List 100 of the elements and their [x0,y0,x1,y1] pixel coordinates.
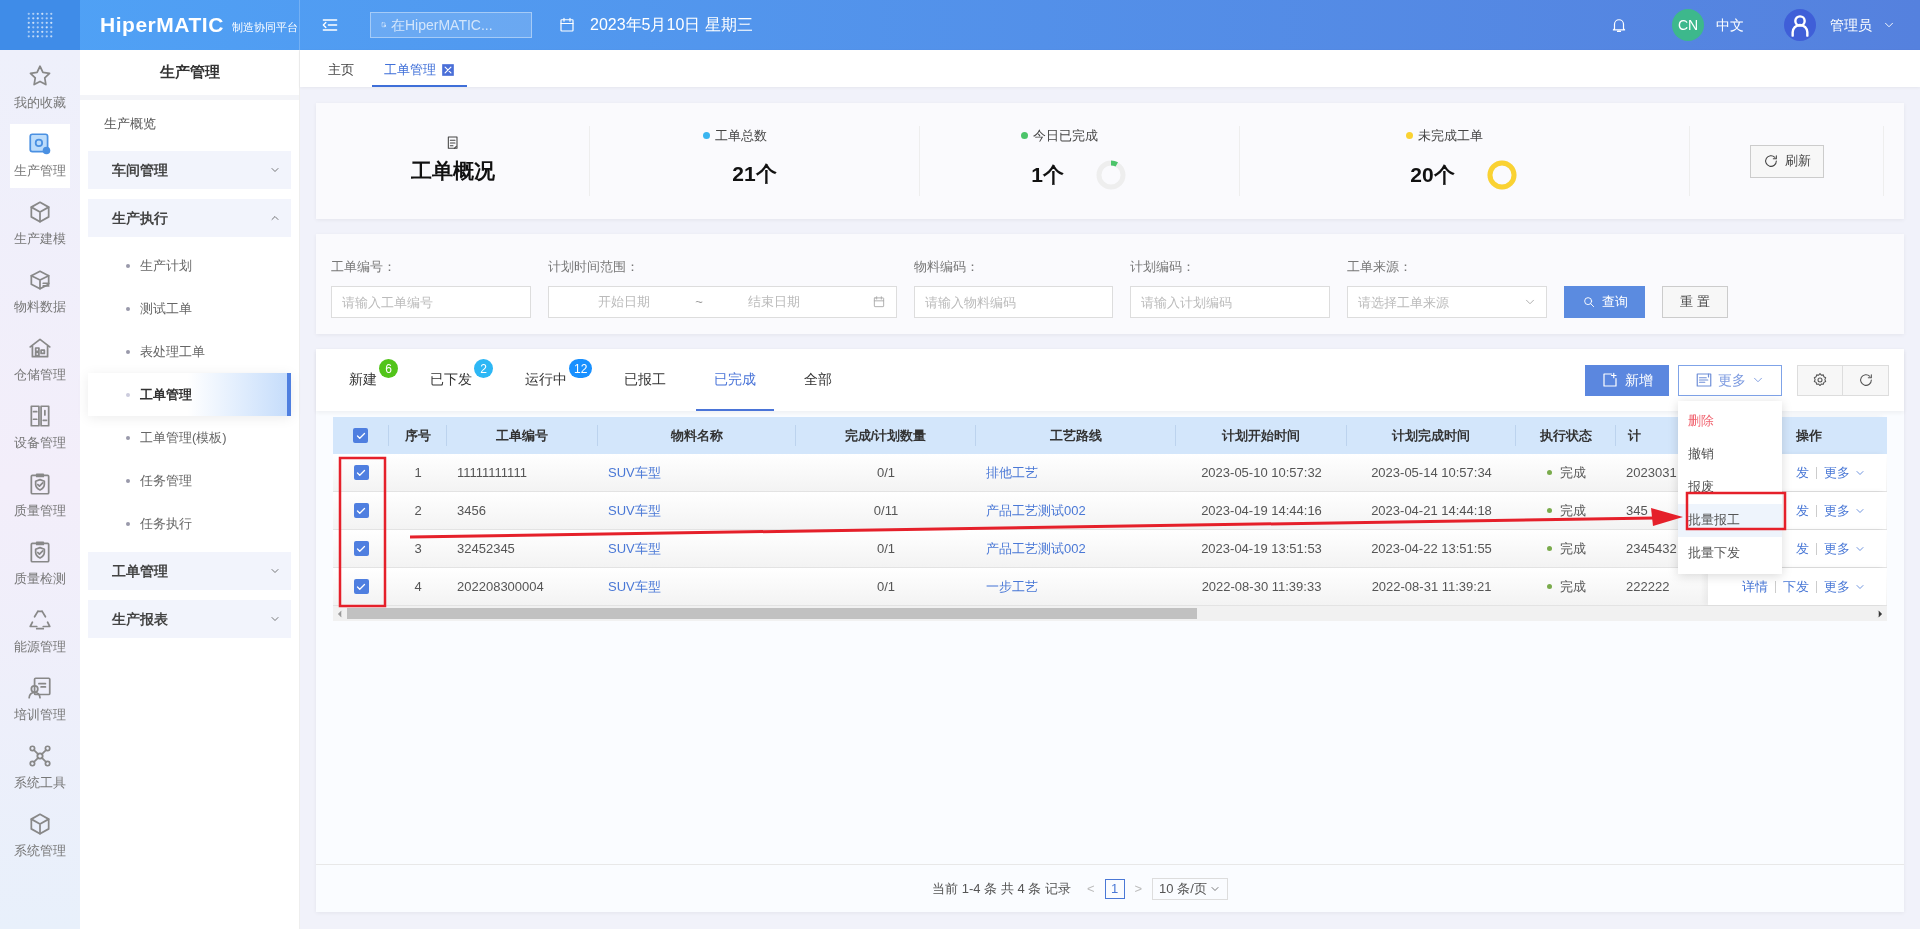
checkbox[interactable] [353,541,369,556]
route-link[interactable]: 产品工艺测试002 [986,500,1086,521]
action-link[interactable]: 详情 [1742,576,1768,597]
start-date-input[interactable]: 开始日期 [559,292,689,312]
route-link[interactable]: 一步工艺 [986,576,1038,597]
status-text: 完成 [1559,463,1586,482]
column-header: 物料名称 [670,426,723,445]
submenu-item[interactable]: 任务管理 [88,459,291,502]
action-link[interactable]: 发 [1796,462,1809,483]
status-tab[interactable]: 已报工 [606,349,685,411]
rail-item[interactable]: 我的收藏 [10,56,70,120]
reset-button[interactable]: 重 置 [1662,286,1728,318]
status-tab[interactable]: 已完成 [696,349,775,411]
menu-item[interactable]: 批量下发 [1678,536,1782,570]
page-tab[interactable]: 主页 [316,54,366,87]
rail-item[interactable]: 质量管理 [10,464,70,528]
settings-button[interactable] [1797,364,1843,396]
action-link[interactable]: 发 [1796,538,1809,559]
select-field[interactable]: 请选择工单来源 [1347,286,1547,318]
route-link[interactable]: 排他工艺 [986,462,1038,483]
dot-grid-icon [25,10,55,40]
menu-group[interactable]: 生产报表 [88,600,291,638]
column-header: 计划完成时间 [1392,426,1470,445]
checkbox[interactable] [353,465,369,480]
material-link[interactable]: SUV车型 [608,500,661,521]
rail-item[interactable]: 设备管理 [10,396,70,460]
input-field[interactable]: 请输入物料编码 [914,286,1113,318]
input-field[interactable]: 请输入计划编码 [1130,286,1330,318]
language-badge[interactable]: CN [1672,9,1704,41]
rail-item[interactable]: 物料数据 [10,260,70,324]
rail-item[interactable]: 能源管理 [10,600,70,664]
search-button[interactable]: 查询 [1564,286,1645,318]
menu-item[interactable]: 撤销 [1678,437,1782,471]
refresh-icon [1857,372,1874,388]
route-link[interactable]: 产品工艺测试002 [986,538,1086,559]
scrollbar-thumb[interactable] [347,608,1197,619]
material-link[interactable]: SUV车型 [608,576,661,597]
menu-item[interactable]: 批量报工 [1678,503,1782,537]
bell-icon[interactable] [1610,16,1628,34]
field-label: 计划时间范围： [548,257,640,276]
rail-item[interactable]: 生产建模 [10,192,70,256]
input-field[interactable]: 请输入工单编号 [331,286,531,318]
checkbox[interactable] [353,428,368,443]
action-link[interactable]: 下发 [1783,576,1809,597]
menu-group[interactable]: 工单管理 [88,552,291,590]
column-header: 操作 [1796,426,1822,445]
add-button[interactable]: 新增 [1585,364,1669,396]
language-label[interactable]: 中文 [1716,14,1744,36]
refresh-button[interactable]: 刷新 [1749,144,1824,178]
material-link[interactable]: SUV车型 [608,462,661,483]
date-range-field[interactable]: 开始日期 ~ 结束日期 [548,286,897,318]
page-size-select[interactable]: 10 条/页 [1152,877,1228,900]
rail-item[interactable]: 系统管理 [10,804,70,868]
submenu-item[interactable]: 生产计划 [88,244,291,287]
submenu-item[interactable]: 任务执行 [88,502,291,545]
action-link[interactable]: 更多 [1824,500,1866,521]
more-button[interactable]: 更多 [1678,364,1782,396]
reload-button[interactable] [1843,364,1889,396]
material-link[interactable]: SUV车型 [608,538,661,559]
status-tab[interactable]: 新建 [331,349,379,411]
menu-item[interactable]: 删除 [1678,404,1782,438]
submenu-item[interactable]: 表处理工单 [88,330,291,373]
column-header: 序号 [404,426,431,445]
overview-title: 工单概况 [410,158,495,185]
end-date-input[interactable]: 结束日期 [709,292,839,312]
menu-item[interactable]: 报废 [1678,470,1782,504]
rail-item[interactable]: 系统工具 [10,736,70,800]
menu-item[interactable]: 生产概览 [88,102,291,146]
action-link[interactable]: 更多 [1824,462,1866,483]
user-avatar-icon[interactable] [1784,9,1816,41]
page-tab[interactable]: 工单管理 [372,54,467,87]
table-cell-text: 2345432 [1626,539,1677,558]
status-tab[interactable]: 已下发 [412,349,474,411]
status-tab[interactable]: 全部 [786,349,851,411]
date-label: 2023年5月10日 星期三 [590,15,753,35]
submenu-item[interactable]: 工单管理(模板) [88,416,291,459]
horizontal-scrollbar[interactable] [333,606,1887,621]
status-text: 完成 [1559,577,1586,596]
checkbox[interactable] [353,579,369,594]
submenu-item[interactable]: 工单管理 [88,373,291,416]
rail-item[interactable]: 仓储管理 [10,328,70,392]
rail-item[interactable]: 培训管理 [10,668,70,732]
status-tab[interactable]: 运行中 [507,349,569,411]
action-link[interactable]: 发 [1796,500,1809,521]
rail-item[interactable]: 生产管理 [10,124,70,188]
action-link[interactable]: 更多 [1824,538,1866,559]
submenu-item[interactable]: 测试工单 [88,287,291,330]
user-name[interactable]: 管理员 [1830,14,1872,36]
network-icon [27,743,53,770]
shield-icon [27,539,53,566]
page-button[interactable]: 1 [1104,878,1125,899]
menu-group[interactable]: 车间管理 [88,151,291,189]
menu-group[interactable]: 生产执行 [88,199,291,237]
checkbox[interactable] [353,503,369,518]
rail-item[interactable]: 质量检测 [10,532,70,596]
table-cell-text: 202208300004 [457,577,544,596]
action-link[interactable]: 更多 [1824,576,1866,597]
close-icon[interactable] [441,62,455,77]
search-field[interactable]: 在HiperMATIC... [370,12,532,38]
status-text: 完成 [1559,539,1586,558]
